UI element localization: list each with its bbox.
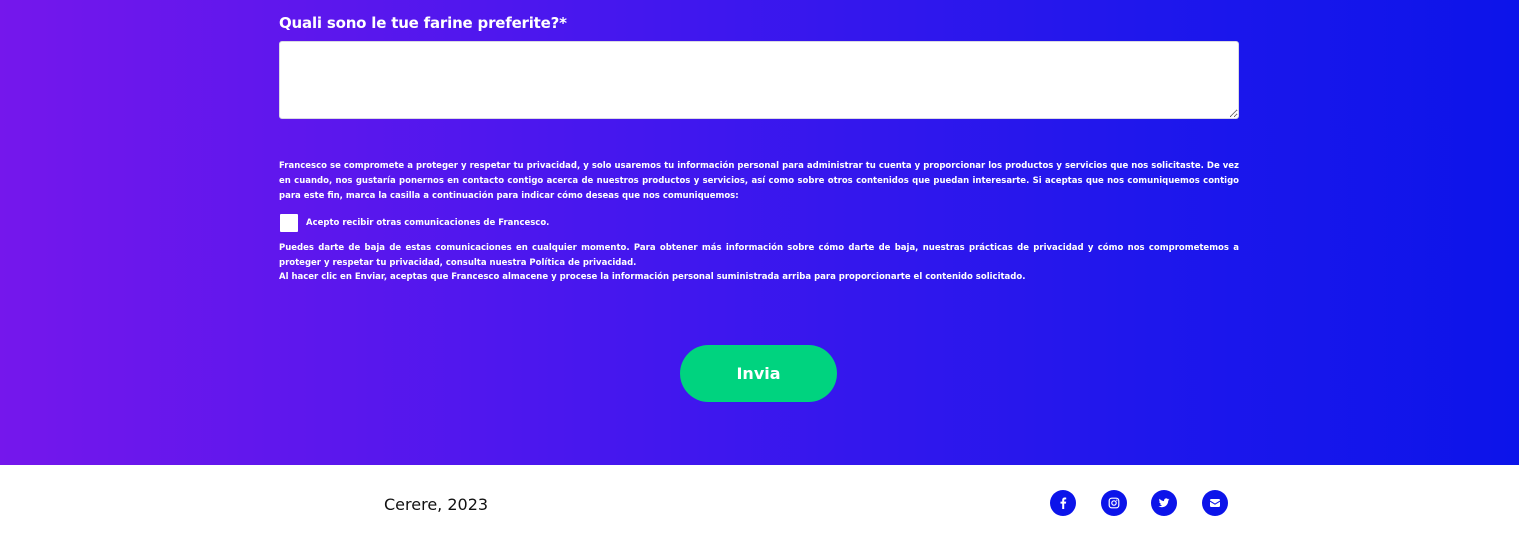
form-section: Quali sono le tue farine preferite?* Fra…	[0, 0, 1519, 465]
unsubscribe-notice: Puedes darte de baja de estas comunicaci…	[279, 243, 1239, 268]
facebook-icon[interactable]	[1050, 490, 1076, 516]
email-icon[interactable]	[1201, 490, 1228, 516]
favorite-flours-label: Quali sono le tue farine preferite?*	[279, 14, 567, 32]
footer-copyright: Cerere, 2023	[384, 495, 489, 514]
twitter-icon[interactable]	[1151, 490, 1177, 516]
communications-checkbox[interactable]	[280, 214, 298, 232]
instagram-icon[interactable]	[1100, 490, 1127, 516]
privacy-notice: Francesco se compromete a proteger y res…	[279, 161, 1239, 201]
communications-checkbox-label[interactable]: Acepto recibir otras comunicaciones de F…	[306, 218, 549, 228]
communications-consent-row: Acepto recibir otras comunicaciones de F…	[280, 213, 549, 233]
favorite-flours-textarea[interactable]	[279, 41, 1239, 119]
social-links	[1050, 490, 1228, 516]
footer: Cerere, 2023	[0, 465, 1519, 547]
submit-button[interactable]: Invia	[680, 345, 837, 402]
submit-consent-notice: Al hacer clic en Enviar, aceptas que Fra…	[279, 272, 1026, 282]
